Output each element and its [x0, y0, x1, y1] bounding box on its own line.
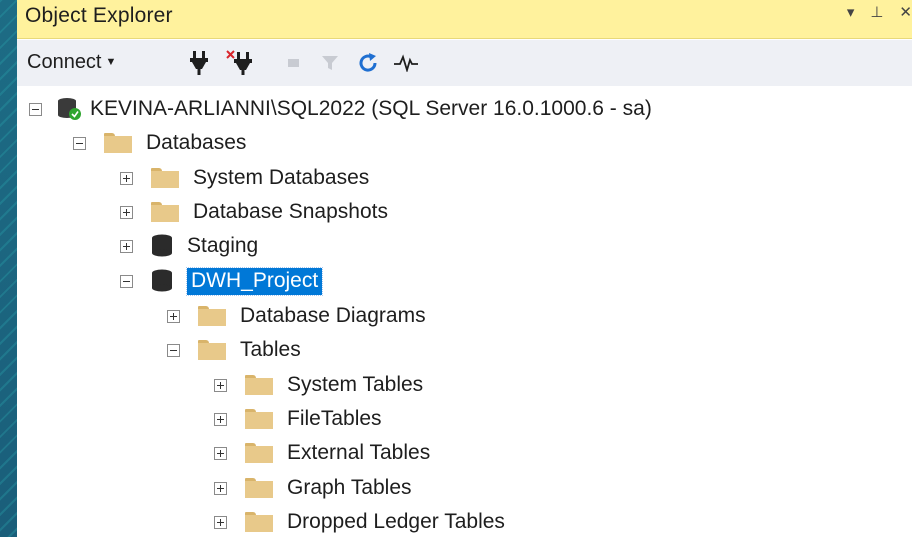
object-explorer-panel: Object Explorer ▾ ⊥ ✕ Connect ▼ KEVINA-A…: [17, 0, 912, 537]
external-tables-label: External Tables: [287, 441, 431, 464]
close-icon[interactable]: ✕: [899, 3, 912, 21]
expand-toggle[interactable]: [120, 239, 133, 253]
database-icon: [152, 269, 172, 292]
tree-node-staging[interactable]: Staging: [120, 229, 258, 263]
pin-icon[interactable]: ⊥: [870, 3, 883, 21]
window-buttons: ▾ ⊥ ✕: [847, 3, 912, 21]
connect-label: Connect: [27, 51, 102, 73]
collapse-toggle[interactable]: [73, 136, 86, 150]
databases-label: Databases: [146, 131, 247, 154]
filter-icon[interactable]: [315, 48, 345, 78]
expand-toggle[interactable]: [214, 515, 227, 529]
server-icon: [58, 98, 81, 120]
database-diagrams-label: Database Diagrams: [240, 304, 426, 327]
folder-icon: [151, 168, 179, 188]
expand-toggle[interactable]: [120, 171, 133, 185]
tree-node-filetables[interactable]: FileTables: [214, 402, 382, 436]
collapse-toggle[interactable]: [29, 102, 42, 116]
filetables-label: FileTables: [287, 407, 382, 430]
folder-icon: [151, 202, 179, 222]
dwh-project-label: DWH_Project: [185, 266, 324, 296]
expand-toggle[interactable]: [214, 412, 227, 426]
tree-node-server[interactable]: KEVINA-ARLIANNI\SQL2022 (SQL Server 16.0…: [29, 92, 652, 126]
folder-icon: [245, 443, 273, 463]
folder-icon: [198, 306, 226, 326]
tree-node-system-databases[interactable]: System Databases: [120, 161, 369, 195]
disconnect-plug-icon[interactable]: [225, 48, 255, 78]
expand-toggle[interactable]: [214, 481, 227, 495]
expand-toggle[interactable]: [167, 309, 180, 323]
tree-node-dropped-ledger-tables[interactable]: Dropped Ledger Tables: [214, 505, 505, 537]
graph-tables-label: Graph Tables: [287, 476, 412, 499]
connect-button[interactable]: Connect ▼: [27, 51, 116, 74]
system-tables-label: System Tables: [287, 373, 424, 396]
stop-icon[interactable]: [279, 48, 309, 78]
tree-node-external-tables[interactable]: External Tables: [214, 436, 430, 470]
database-icon: [152, 234, 172, 257]
staging-label: Staging: [187, 234, 259, 257]
dropped-ledger-tables-label: Dropped Ledger Tables: [287, 510, 505, 533]
folder-icon: [245, 375, 273, 395]
collapse-toggle[interactable]: [120, 274, 133, 288]
panel-titlebar[interactable]: Object Explorer ▾ ⊥ ✕: [17, 0, 912, 39]
server-label: KEVINA-ARLIANNI\SQL2022 (SQL Server 16.0…: [90, 97, 652, 120]
folder-icon: [245, 409, 273, 429]
tree-node-graph-tables[interactable]: Graph Tables: [214, 471, 412, 505]
chevron-down-icon: ▼: [105, 56, 117, 68]
expand-toggle[interactable]: [214, 446, 227, 460]
toolbar: Connect ▼: [17, 40, 912, 86]
dropdown-arrow-icon[interactable]: ▾: [847, 3, 855, 21]
tables-label: Tables: [240, 338, 301, 361]
folder-icon: [198, 340, 226, 360]
tree-node-tables[interactable]: Tables: [167, 333, 301, 367]
tree-node-databases[interactable]: Databases: [73, 126, 246, 160]
tree-node-database-diagrams[interactable]: Database Diagrams: [167, 299, 426, 333]
expand-toggle[interactable]: [120, 205, 133, 219]
refresh-icon[interactable]: [353, 48, 383, 78]
tree-node-dwh-project[interactable]: DWH_Project: [120, 264, 324, 298]
activity-monitor-icon[interactable]: [391, 48, 421, 78]
folder-icon: [245, 512, 273, 532]
collapse-toggle[interactable]: [167, 343, 180, 357]
system-databases-label: System Databases: [193, 166, 370, 189]
tree-node-database-snapshots[interactable]: Database Snapshots: [120, 195, 388, 229]
connect-plug-icon[interactable]: [184, 48, 214, 78]
tree-node-system-tables[interactable]: System Tables: [214, 368, 423, 402]
folder-icon: [245, 478, 273, 498]
folder-icon: [104, 133, 132, 153]
panel-title: Object Explorer: [25, 4, 173, 27]
database-snapshots-label: Database Snapshots: [193, 200, 388, 223]
expand-toggle[interactable]: [214, 378, 227, 392]
